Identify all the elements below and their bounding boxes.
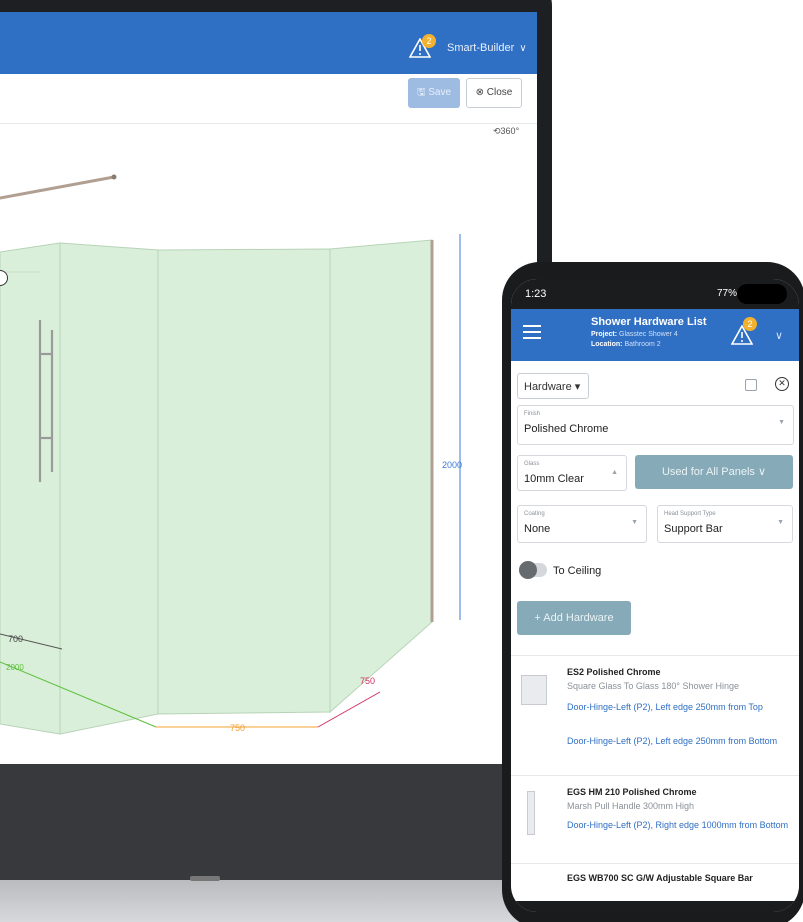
caret-down-icon: ▼ xyxy=(777,519,784,526)
scene: 2 Smart-Builder ∨ 🖫 Save ⊗ Close ⟲360° 2… xyxy=(0,0,803,922)
head-support-label: Head Support Type xyxy=(664,511,716,517)
caret-down-icon: ▼ xyxy=(631,519,638,526)
close-icon[interactable]: ✕ xyxy=(775,377,789,391)
phone-screen: 1:23 77% Shower Hardware List Project: G… xyxy=(511,279,799,912)
chevron-down-icon[interactable]: ∨ xyxy=(775,329,783,342)
left-width-dimension-label: 700 xyxy=(8,634,23,644)
location-line: Location: Bathroom 2 xyxy=(591,341,661,348)
close-button[interactable]: ⊗ Close xyxy=(466,78,522,108)
head-support-value: Support Bar xyxy=(664,523,723,535)
head-support-select[interactable]: Head Support Type Support Bar ▼ xyxy=(657,505,793,543)
laptop-screen: 2 Smart-Builder ∨ 🖫 Save ⊗ Close ⟲360° 2… xyxy=(0,12,537,764)
caret-down-icon: ▼ xyxy=(778,419,785,426)
finish-label: Finish xyxy=(524,411,541,417)
project-label: Project: xyxy=(591,331,618,338)
hardware-item-desc: Square Glass To Glass 180° Shower Hinge xyxy=(567,681,740,691)
hardware-location-link[interactable]: Door-Hinge-Left (P2), Left edge 250mm fr… xyxy=(567,699,799,715)
status-time: 1:23 xyxy=(525,288,547,300)
divider xyxy=(511,775,799,776)
hardware-location-link[interactable]: Door-Hinge-Left (P2), Left edge 250mm fr… xyxy=(567,733,799,749)
glass-label: Glass xyxy=(524,461,540,467)
user-menu-label: Smart-Builder xyxy=(447,42,515,54)
warning-count-badge: 2 xyxy=(743,317,757,331)
chevron-down-icon: ∨ xyxy=(757,466,767,478)
to-ceiling-label: To Ceiling xyxy=(553,565,602,577)
glass-panel-door xyxy=(59,242,159,735)
hardware-item-name: EGS WB700 SC G/W Adjustable Square Bar xyxy=(567,873,753,883)
glass-select[interactable]: Glass 10mm Clear ▲ xyxy=(517,455,627,491)
glass-panel-left xyxy=(0,242,61,735)
laptop-notch xyxy=(190,876,220,881)
height-dimension-label: 2000 xyxy=(442,460,462,470)
divider xyxy=(511,863,799,864)
user-menu[interactable]: Smart-Builder ∨ xyxy=(447,42,527,54)
status-battery: 77% xyxy=(716,288,737,299)
right-width-dimension-label: 750 xyxy=(360,676,375,686)
chevron-down-icon: ∨ xyxy=(519,43,527,54)
camera-cutout xyxy=(737,284,787,304)
coating-value: None xyxy=(524,523,551,535)
close-button-label: Close xyxy=(486,87,513,98)
finish-select[interactable]: Finish Polished Chrome ▼ xyxy=(517,405,794,445)
handle-thumbnail xyxy=(527,791,535,835)
save-icon[interactable] xyxy=(745,379,757,391)
save-button-label: Save xyxy=(428,87,452,98)
glass-panel-right xyxy=(329,239,433,714)
laptop-deck xyxy=(0,880,520,922)
coating-label: Coating xyxy=(524,511,545,517)
location-value: Bathroom 2 xyxy=(624,341,661,348)
page-title: Shower Hardware List xyxy=(591,316,707,328)
warning-count-badge: 2 xyxy=(422,34,436,48)
coating-select[interactable]: Coating None ▼ xyxy=(517,505,647,543)
project-value: Glasstec Shower 4 xyxy=(619,331,678,338)
divider xyxy=(511,655,799,656)
save-icon: 🖫 xyxy=(416,87,429,98)
system-nav-bar xyxy=(511,901,799,912)
app-header: Shower Hardware List Project: Glasstec S… xyxy=(511,309,799,361)
hamburger-menu-icon[interactable] xyxy=(523,325,541,339)
hardware-item-desc: Marsh Pull Handle 300mm High xyxy=(567,801,695,811)
used-for-all-panels-button[interactable]: Used for All Panels ∨ xyxy=(635,455,793,489)
used-for-label: Used for All Panels xyxy=(661,466,755,478)
hinge-thumbnail xyxy=(521,675,547,705)
view-select-label: Hardware xyxy=(524,381,572,393)
glass-panel-center xyxy=(157,248,331,715)
shower-3d-view[interactable]: 2000 700 2000 750 750 xyxy=(0,122,537,762)
caret-down-icon: ▾ xyxy=(574,381,581,393)
hardware-item-name: ES2 Polished Chrome xyxy=(567,667,661,677)
hardware-location-link[interactable]: Door-Hinge-Left (P2), Right edge 1000mm … xyxy=(567,817,799,833)
add-hardware-button[interactable]: + Add Hardware xyxy=(517,601,631,635)
hardware-item-name: EGS HM 210 Polished Chrome xyxy=(567,787,697,797)
toggle-knob xyxy=(519,561,537,579)
view-select[interactable]: Hardware ▾ xyxy=(517,373,589,399)
support-bar xyxy=(0,175,116,200)
front-width-dimension-label: 750 xyxy=(230,723,245,733)
glass-value: 10mm Clear xyxy=(524,473,584,485)
location-label: Location: xyxy=(591,341,623,348)
caret-down-icon: ▲ xyxy=(611,469,618,476)
close-circle-icon: ⊗ xyxy=(475,87,487,98)
save-button[interactable]: 🖫 Save xyxy=(408,78,460,108)
status-bar: 1:23 77% xyxy=(511,279,799,309)
finish-value: Polished Chrome xyxy=(524,423,609,435)
project-line: Project: Glasstec Shower 4 xyxy=(591,331,678,338)
